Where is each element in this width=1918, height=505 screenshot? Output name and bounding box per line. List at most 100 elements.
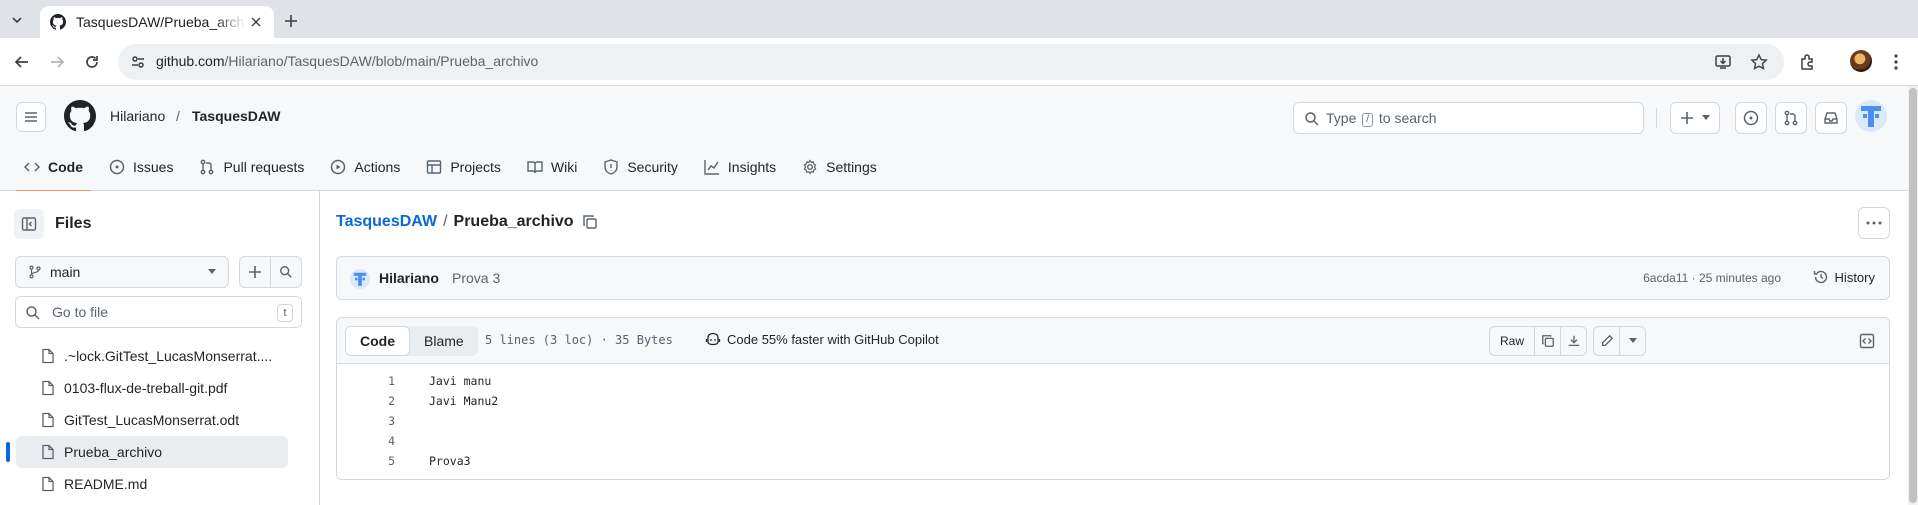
commit-hash-time[interactable]: 6acda11 · 25 minutes ago	[1643, 271, 1781, 285]
view-mode-toggle: Code Blame	[345, 326, 478, 356]
code-line: 2 Javi Manu2	[337, 391, 1889, 411]
forward-icon[interactable]	[45, 50, 69, 74]
create-new-button[interactable]	[1670, 102, 1720, 134]
more-options-button[interactable]	[1858, 207, 1890, 239]
page-scrollbar[interactable]	[1908, 86, 1918, 505]
hamburger-icon	[25, 112, 37, 122]
breadcrumb-repo-link[interactable]: TasquesDAW	[336, 213, 437, 231]
browser-toolbar: github.com/Hilariano/TasquesDAW/blob/mai…	[0, 38, 1918, 86]
plus-icon	[249, 266, 261, 278]
search-icon	[26, 306, 40, 320]
breadcrumb-repo[interactable]: TasquesDAW	[192, 108, 280, 124]
file-viewer-header: Code Blame 5 lines (3 loc) · 35 Bytes Co…	[337, 318, 1889, 364]
file-icon	[42, 348, 54, 364]
files-heading: Files	[55, 215, 92, 232]
file-tree-item-selected[interactable]: Prueba_archivo	[0, 436, 320, 468]
code-view-button[interactable]: Code	[345, 326, 410, 356]
tab-settings[interactable]: Settings	[794, 143, 885, 191]
search-files-button[interactable]	[270, 256, 302, 288]
copilot-promo-link[interactable]: Code 55% faster with GitHub Copilot	[705, 331, 939, 347]
file-tree-item[interactable]: .~lock.GitTest_LucasMonserrat....	[0, 340, 320, 372]
file-tree-item[interactable]: 0103-flux-de-treball-git.pdf	[0, 372, 320, 404]
shield-icon	[604, 159, 619, 175]
breadcrumb-separator: /	[176, 108, 180, 124]
tab-search-chevron-icon[interactable]	[6, 9, 28, 31]
go-to-file-placeholder: Go to file	[52, 304, 109, 320]
github-header: Hilariano / TasquesDAW Type / to search …	[0, 86, 1908, 192]
address-bar[interactable]: github.com/Hilariano/TasquesDAW/blob/mai…	[118, 44, 1784, 80]
github-logo-icon[interactable]	[64, 100, 96, 132]
issues-button[interactable]	[1735, 102, 1767, 134]
line-number[interactable]: 4	[337, 431, 395, 451]
file-tree-item[interactable]: README.md	[0, 468, 320, 500]
pull-requests-button[interactable]	[1775, 102, 1807, 134]
code-line: 3	[337, 411, 1889, 431]
copy-path-icon[interactable]	[582, 214, 598, 230]
code-icon	[24, 162, 40, 172]
history-button[interactable]: History	[1813, 269, 1875, 285]
search-placeholder: Type / to search	[1326, 110, 1437, 127]
commit-author[interactable]: Hilariano	[379, 270, 439, 286]
back-icon[interactable]	[10, 50, 34, 74]
hamburger-menu-button[interactable]	[16, 102, 46, 132]
commit-author-avatar[interactable]	[350, 269, 370, 289]
latest-commit-bar: Hilariano Prova 3 6acda11 · 25 minutes a…	[336, 256, 1890, 300]
breadcrumb-file-name: Prueba_archivo	[453, 213, 574, 230]
tab-wiki[interactable]: Wiki	[519, 143, 585, 191]
commit-message[interactable]: Prova 3	[452, 270, 500, 286]
scrollbar-thumb[interactable]	[1909, 88, 1917, 503]
tab-actions[interactable]: Actions	[322, 143, 408, 191]
branch-name: main	[50, 264, 81, 280]
repo-nav: Code Issues Pull requests Actions Projec…	[16, 143, 895, 192]
table-icon	[427, 160, 442, 174]
copy-raw-button[interactable]	[1534, 326, 1561, 356]
collapse-sidebar-button[interactable]	[14, 209, 44, 239]
line-number[interactable]: 5	[337, 451, 395, 471]
book-icon	[527, 161, 543, 174]
extensions-icon[interactable]	[1796, 50, 1820, 74]
inbox-button[interactable]	[1815, 102, 1847, 134]
file-tree-item[interactable]: GitTest_LucasMonserrat.odt	[0, 404, 320, 436]
add-file-button[interactable]	[239, 256, 271, 288]
breadcrumb-owner[interactable]: Hilariano	[110, 108, 165, 124]
file-icon	[42, 412, 54, 428]
browser-menu-icon[interactable]	[1884, 50, 1908, 74]
browser-tab[interactable]: TasquesDAW/Prueba_archivo	[40, 6, 274, 38]
keyboard-shortcut-hint: t	[277, 304, 293, 322]
copy-icon	[1541, 335, 1554, 347]
new-tab-icon[interactable]	[280, 10, 302, 32]
file-tree-sidebar: Files main Go to file t .~lock.GitTest_L…	[0, 191, 320, 505]
github-favicon-icon	[50, 14, 66, 30]
edit-options-dropdown[interactable]	[1619, 326, 1646, 356]
tab-issues[interactable]: Issues	[101, 143, 181, 191]
branch-selector[interactable]: main	[15, 256, 229, 288]
graph-icon	[704, 160, 719, 175]
reload-icon[interactable]	[80, 50, 104, 74]
close-tab-icon[interactable]	[246, 12, 266, 32]
user-avatar[interactable]	[1855, 100, 1887, 132]
install-app-icon[interactable]	[1714, 53, 1732, 71]
bookmark-star-icon[interactable]	[1750, 53, 1768, 71]
tab-title: TasquesDAW/Prueba_archivo	[76, 14, 246, 30]
line-number[interactable]: 1	[337, 371, 395, 391]
tab-security[interactable]: Security	[595, 143, 686, 191]
caret-down-icon	[1702, 115, 1710, 120]
tab-code[interactable]: Code	[16, 143, 91, 192]
tab-pull-requests[interactable]: Pull requests	[191, 143, 312, 191]
download-raw-button[interactable]	[1560, 326, 1587, 356]
profile-avatar[interactable]	[1850, 50, 1872, 72]
symbols-panel-button[interactable]	[1853, 326, 1881, 356]
edit-file-button[interactable]	[1593, 326, 1620, 356]
site-info-icon[interactable]	[130, 54, 146, 70]
raw-button[interactable]: Raw	[1489, 326, 1536, 356]
tab-insights[interactable]: Insights	[696, 143, 784, 191]
search-input[interactable]: Type / to search	[1293, 102, 1644, 134]
file-icon	[42, 380, 54, 396]
go-to-file-input[interactable]: Go to file t	[15, 296, 302, 328]
line-content: Prova3	[429, 454, 471, 468]
line-number[interactable]: 2	[337, 391, 395, 411]
blame-view-button[interactable]: Blame	[410, 326, 478, 356]
code-lines: 1 Javi manu 2 Javi Manu2 3 4 5 Prova3	[337, 365, 1889, 471]
line-number[interactable]: 3	[337, 411, 395, 431]
tab-projects[interactable]: Projects	[418, 143, 509, 191]
